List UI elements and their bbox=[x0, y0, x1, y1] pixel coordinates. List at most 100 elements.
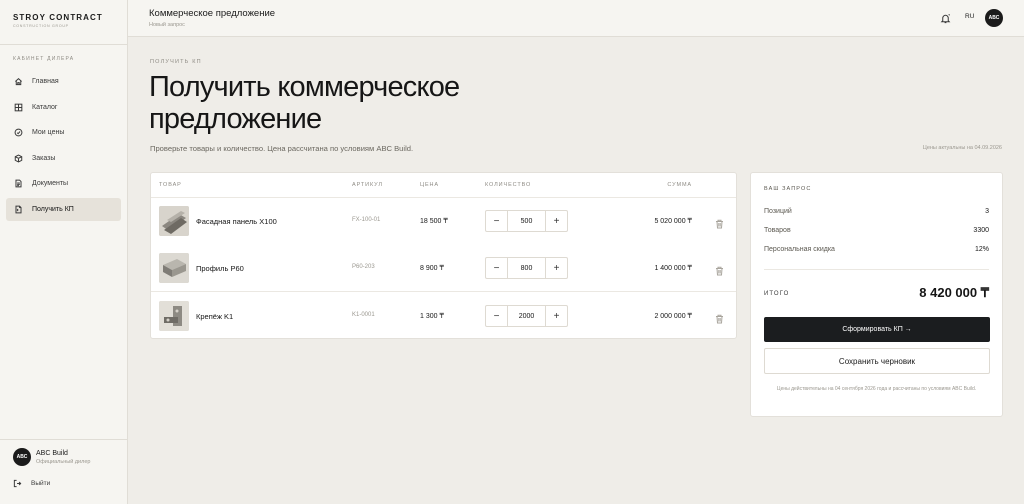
box-icon bbox=[13, 153, 23, 163]
file-quote-icon bbox=[13, 204, 23, 214]
increase-quantity-button[interactable]: + bbox=[546, 258, 567, 278]
product-image bbox=[159, 301, 189, 331]
product-sku: K1-0001 bbox=[352, 312, 375, 318]
price-tag-icon bbox=[13, 128, 23, 138]
product-sku: P60-203 bbox=[352, 264, 375, 270]
quantity-stepper: − 800 + bbox=[485, 257, 568, 279]
sidebar-nav: Главная Каталог Мои цены Заказы Документ… bbox=[6, 70, 121, 224]
product-name: Фасадная панель X100 bbox=[196, 217, 277, 226]
product-name: Профиль P60 bbox=[196, 264, 244, 273]
increase-quantity-button[interactable]: + bbox=[546, 306, 567, 326]
home-icon bbox=[13, 77, 23, 87]
save-draft-button[interactable]: Сохранить черновик bbox=[764, 348, 990, 374]
total-label: ИТОГО bbox=[764, 291, 790, 297]
product-price: 8 900 ₸ bbox=[420, 265, 444, 272]
summary-value: 3 bbox=[985, 208, 989, 215]
notifications-button[interactable] bbox=[940, 11, 952, 24]
logout-icon bbox=[13, 479, 22, 488]
topbar: Коммерческое предложение Новый запрос RU… bbox=[128, 0, 1024, 37]
brand-logo[interactable]: STROY CONTRACT CONSTRUCTION GROUP bbox=[13, 13, 103, 28]
sidebar-item-label: Документы bbox=[32, 180, 69, 188]
prices-updated-note: Цены актуальны на 04.09.2026 bbox=[922, 145, 1002, 151]
product-sku: FX-100-01 bbox=[352, 217, 381, 223]
quantity-input[interactable]: 2000 bbox=[507, 306, 546, 326]
table-row: Крепёж K1 K1-0001 1 300 ₸ − 2000 + 2 000… bbox=[151, 293, 736, 340]
quantity-input[interactable]: 500 bbox=[507, 211, 546, 231]
product-image bbox=[159, 206, 189, 236]
sidebar-divider bbox=[0, 44, 127, 45]
delete-row-button[interactable] bbox=[715, 263, 724, 276]
quantity-stepper: − 500 + bbox=[485, 210, 568, 232]
decrease-quantity-button[interactable]: − bbox=[486, 306, 507, 326]
summary-divider bbox=[764, 269, 989, 270]
trash-icon bbox=[716, 314, 723, 324]
user-profile[interactable]: ABC ABC Build Официальный дилер bbox=[13, 448, 90, 466]
avatar[interactable]: ABC bbox=[985, 9, 1003, 27]
sidebar-item-orders[interactable]: Заказы bbox=[6, 147, 121, 170]
sidebar-item-label: Каталог bbox=[32, 103, 58, 111]
quantity-input[interactable]: 800 bbox=[507, 258, 546, 278]
total-value: 8 420 000 ₸ bbox=[919, 285, 989, 300]
generate-quote-button[interactable]: Сформировать КП → bbox=[764, 317, 990, 342]
decrease-quantity-button[interactable]: − bbox=[486, 258, 507, 278]
trash-icon bbox=[716, 266, 723, 276]
product-image bbox=[159, 253, 189, 283]
page-heading: Получить коммерческое предложение bbox=[149, 71, 549, 135]
product-price: 1 300 ₸ bbox=[420, 313, 444, 320]
quantity-stepper: − 2000 + bbox=[485, 305, 568, 327]
product-price: 18 500 ₸ bbox=[420, 218, 448, 225]
row-sum: 5 020 000 ₸ bbox=[654, 218, 692, 225]
user-role: Официальный дилер bbox=[36, 458, 91, 465]
sidebar-item-documents[interactable]: Документы bbox=[6, 172, 121, 195]
table-header: ТОВАР АРТИКУЛ ЦЕНА КОЛИЧЕСТВО СУММА bbox=[151, 173, 736, 198]
increase-quantity-button[interactable]: + bbox=[546, 211, 567, 231]
product-name: Крепёж K1 bbox=[196, 312, 234, 321]
sidebar-item-my-prices[interactable]: Мои цены bbox=[6, 121, 121, 144]
page-heading-line-1: Получить коммерческое bbox=[149, 71, 460, 103]
summary-value: 3300 bbox=[973, 227, 989, 234]
products-table: ТОВАР АРТИКУЛ ЦЕНА КОЛИЧЕСТВО СУММА Фаса… bbox=[150, 172, 737, 339]
avatar: ABC bbox=[13, 448, 31, 466]
summary-title: ВАШ ЗАПРОС bbox=[764, 186, 812, 192]
summary-label: Товаров bbox=[764, 227, 791, 234]
document-icon bbox=[13, 179, 23, 189]
sidebar-item-label: Заказы bbox=[32, 154, 56, 162]
table-row: Профиль P60 P60-203 8 900 ₸ − 800 + 1 40… bbox=[151, 245, 736, 292]
table-row: Фасадная панель X100 FX-100-01 18 500 ₸ … bbox=[151, 198, 736, 245]
sidebar-section-label: КАБИНЕТ ДИЛЕРА bbox=[13, 56, 75, 62]
page-subtitle: Новый запрос bbox=[149, 22, 185, 28]
sidebar-item-home[interactable]: Главная bbox=[6, 70, 121, 93]
request-summary: ВАШ ЗАПРОС Позиций 3 Товаров 3300 Персон… bbox=[750, 172, 1003, 417]
sidebar-item-label: Главная bbox=[32, 78, 59, 85]
sidebar-divider bbox=[0, 439, 127, 440]
page-title: Коммерческое предложение bbox=[149, 8, 276, 19]
summary-note: Цены действительны на 04 сентября 2026 г… bbox=[776, 386, 977, 392]
page-heading-line-2: предложение bbox=[149, 103, 322, 135]
delete-row-button[interactable] bbox=[715, 311, 724, 324]
summary-label: Персональная скидка bbox=[764, 246, 835, 253]
page-description: Проверьте товары и количество. Цена расс… bbox=[150, 144, 414, 153]
summary-goods: Товаров 3300 bbox=[764, 227, 989, 234]
bell-icon bbox=[940, 14, 951, 24]
language-switcher[interactable]: RU bbox=[965, 13, 974, 20]
breadcrumb: ПОЛУЧИТЬ КП bbox=[150, 59, 202, 65]
column-header-product: ТОВАР bbox=[159, 182, 182, 188]
sidebar-item-label: Мои цены bbox=[32, 129, 65, 137]
delete-row-button[interactable] bbox=[715, 216, 724, 229]
column-header-quantity: КОЛИЧЕСТВО bbox=[485, 182, 532, 188]
logout-label: Выйти bbox=[31, 480, 51, 487]
sidebar-item-catalog[interactable]: Каталог bbox=[6, 96, 121, 119]
summary-value: 12% bbox=[974, 246, 989, 253]
summary-positions: Позиций 3 bbox=[764, 208, 989, 215]
logout-button[interactable]: Выйти bbox=[13, 479, 50, 488]
sidebar-item-get-quote[interactable]: Получить КП bbox=[6, 197, 121, 221]
trash-icon bbox=[716, 219, 723, 229]
column-header-sum: СУММА bbox=[667, 182, 692, 188]
decrease-quantity-button[interactable]: − bbox=[486, 211, 507, 231]
summary-discount: Персональная скидка 12% bbox=[764, 246, 989, 253]
row-sum: 1 400 000 ₸ bbox=[654, 265, 692, 272]
sidebar: STROY CONTRACT CONSTRUCTION GROUP КАБИНЕ… bbox=[0, 0, 128, 504]
grid-icon bbox=[13, 102, 23, 112]
row-sum: 2 000 000 ₸ bbox=[654, 313, 692, 320]
summary-label: Позиций bbox=[764, 208, 792, 215]
